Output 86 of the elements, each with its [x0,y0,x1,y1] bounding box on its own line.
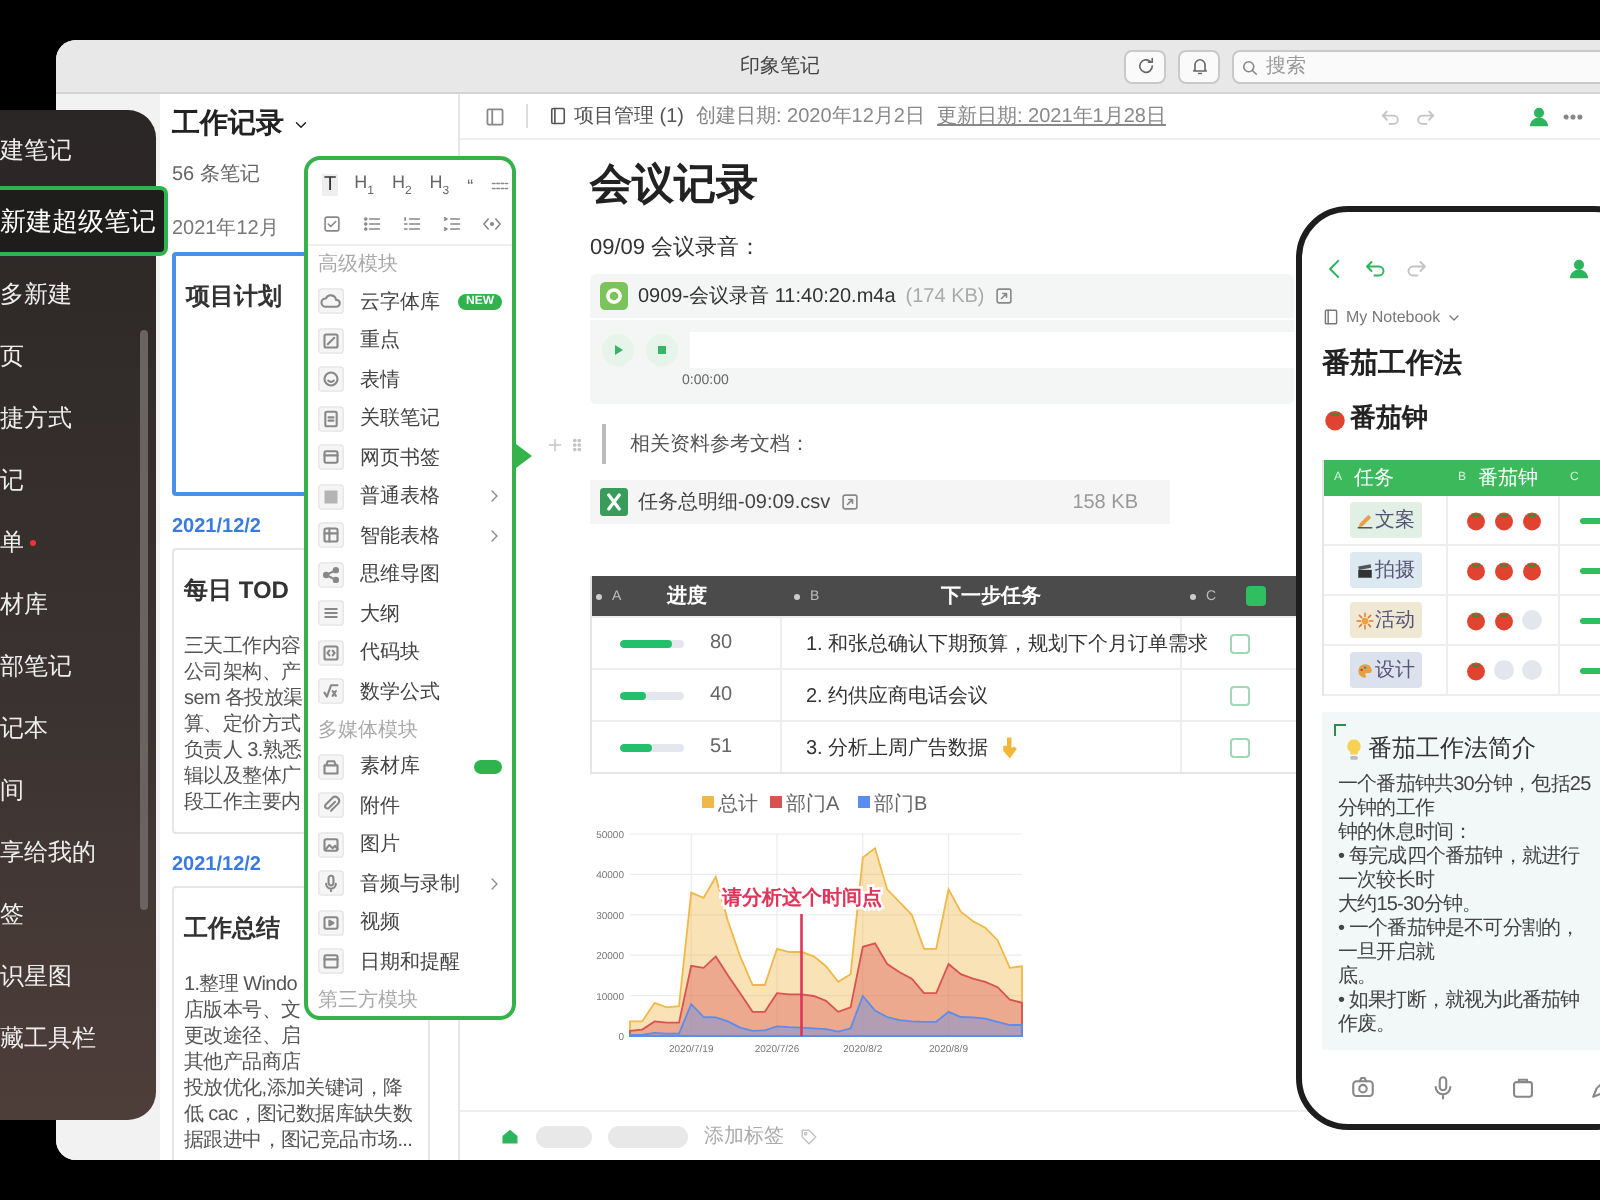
section-label: 多媒体模块 [318,717,420,745]
callout-text: 大约15-30分钟。 [1338,894,1484,917]
note-title: 每日 TOD [184,574,289,608]
note-title: 番茄工作法 [1322,346,1464,382]
note-count: 56 条笔记 [172,162,260,188]
created-date: 创建日期: 2020年12月2日 [696,103,925,130]
legend-label: 总计 [718,794,758,816]
task-text: 3. 分析上周广告数据 [806,735,989,761]
sidebar-item[interactable]: 签 [0,884,156,946]
format-button[interactable]: H$_{2}$ [389,172,414,198]
column-title: 任务 [1354,466,1395,492]
sidebar-item[interactable]: 新建超级笔记 [0,186,168,256]
column-title: 进度 [667,582,708,610]
legend-label: 部门B [874,794,928,816]
date-label: 2021/12/2 [172,854,261,876]
sidebar-item[interactable]: 间 [0,760,156,822]
note-snippet: sem 各投放渠 [184,686,303,712]
note-snippet: 低 cac，图记数据库缺失数 [184,1102,413,1128]
note-title: 项目计划 [186,280,282,314]
file-name: 任务总明细-09:09.csv [638,489,831,516]
callout-text: • 每完成四个番茄钟，就进行一次较长时 [1338,846,1582,893]
date-label: 2021年12月 [172,216,279,242]
note-snippet: 段工作主要内 [184,790,301,816]
note-snippet: 更改途径、启 [184,1024,301,1050]
progress-value: 51 [710,736,733,758]
sidebar-item[interactable]: 材库 [0,574,156,636]
section-label: 高级模块 [318,251,400,280]
note-snippet: 公司架构、产 [184,660,301,686]
note-snippet: 据跟进中，图记竞品市场... [184,1128,413,1154]
file-size: 158 KB [1072,491,1138,513]
updated-date[interactable]: 更新日期: 2021年1月28日 [937,102,1166,130]
file-name: 0909-会议录音 11:40:20.m4a [638,283,896,310]
format-button[interactable]: “ [465,175,476,195]
progress-value: 80 [710,632,733,654]
file-size: (174 KB) [905,285,985,307]
task-tag: 拍摄 [1349,552,1421,588]
callout-text: • 一个番茄钟是不可分割的，一旦开启就 [1338,918,1582,965]
paragraph: 09/09 会议录音： [590,233,764,262]
sidebar-item[interactable]: 多新建 [0,264,156,326]
callout-text: 钟的休息时间： [1338,822,1475,845]
window-title: 印象笔记 [740,53,820,80]
note-title: 会议记录 [590,160,760,212]
notebook-title[interactable]: 工作记录 [172,106,284,142]
format-button[interactable]: H$_{3}$ [427,172,452,198]
notebook-selector[interactable]: My Notebook [1322,308,1600,326]
format-button[interactable]: H$_{1}$ [352,172,376,198]
task-text: 2. 约供应商电话会议 [806,683,989,709]
notebook-link[interactable]: 项目管理 (1) [548,102,684,130]
section-heading: 番茄钟 [1350,400,1428,436]
task-tag: 活动 [1349,602,1421,638]
callout-text: 一个番茄钟共30分钟，包括25分钟的工作 [1338,774,1592,821]
sidebar-item[interactable]: 藏工具栏 [0,1008,156,1070]
sidebar-item[interactable]: 识星图 [0,946,156,1008]
note-snippet: 投放优化,添加关键词，降 [184,1076,403,1102]
note-snippet: 1.整理 Windo [184,972,297,998]
format-button[interactable]: T [322,174,339,196]
column-title: 下一步任务 [941,583,1042,610]
note-snippet: 其他产品商店 [184,1050,301,1076]
note-snippet: 算、定价方式 [184,712,301,738]
date-label: 2021/12/2 [172,516,261,538]
legend-label: 部门A [786,794,840,816]
search-field[interactable]: 搜索 [1232,49,1600,83]
sidebar-item[interactable]: 单 [0,512,156,574]
note-snippet: 辑以及整体广 [184,764,301,790]
callout-text: 底。 [1338,966,1379,990]
note-snippet: 负责人 3.熟悉 [184,738,302,764]
callout-text: • 如果打断，就视为此番茄钟作废。 [1338,990,1582,1038]
task-tag: 设计 [1349,652,1421,688]
task-text: 1. 和张总确认下期预算，规划下个月订单需求 [806,631,1209,657]
callout-title: 番茄工作法简介 [1368,732,1536,766]
sidebar-item[interactable]: 建笔记 [0,120,156,182]
section-label: 第三方模块 [318,987,420,1015]
sidebar-item[interactable]: 部笔记 [0,636,156,698]
note-title: 工作总结 [184,912,280,946]
column-title: 番茄钟 [1478,465,1539,492]
sidebar-item[interactable]: 享给我的 [0,822,156,884]
sidebar-item[interactable]: 页 [0,326,156,388]
note-snippet: 三天工作内容 [184,634,301,660]
progress-value: 40 [710,684,733,706]
task-tag: 文案 [1349,502,1421,538]
note-snippet: 店版本号、文 [184,998,301,1024]
quote-text: 相关资料参考文档： [602,424,810,464]
sidebar-item[interactable]: 记 [0,450,156,512]
file-attachment[interactable]: 任务总明细-09:09.csv 158 KB [590,480,1170,524]
sidebar-item[interactable]: 捷方式 [0,388,156,450]
sidebar-item[interactable]: 记本 [0,698,156,760]
